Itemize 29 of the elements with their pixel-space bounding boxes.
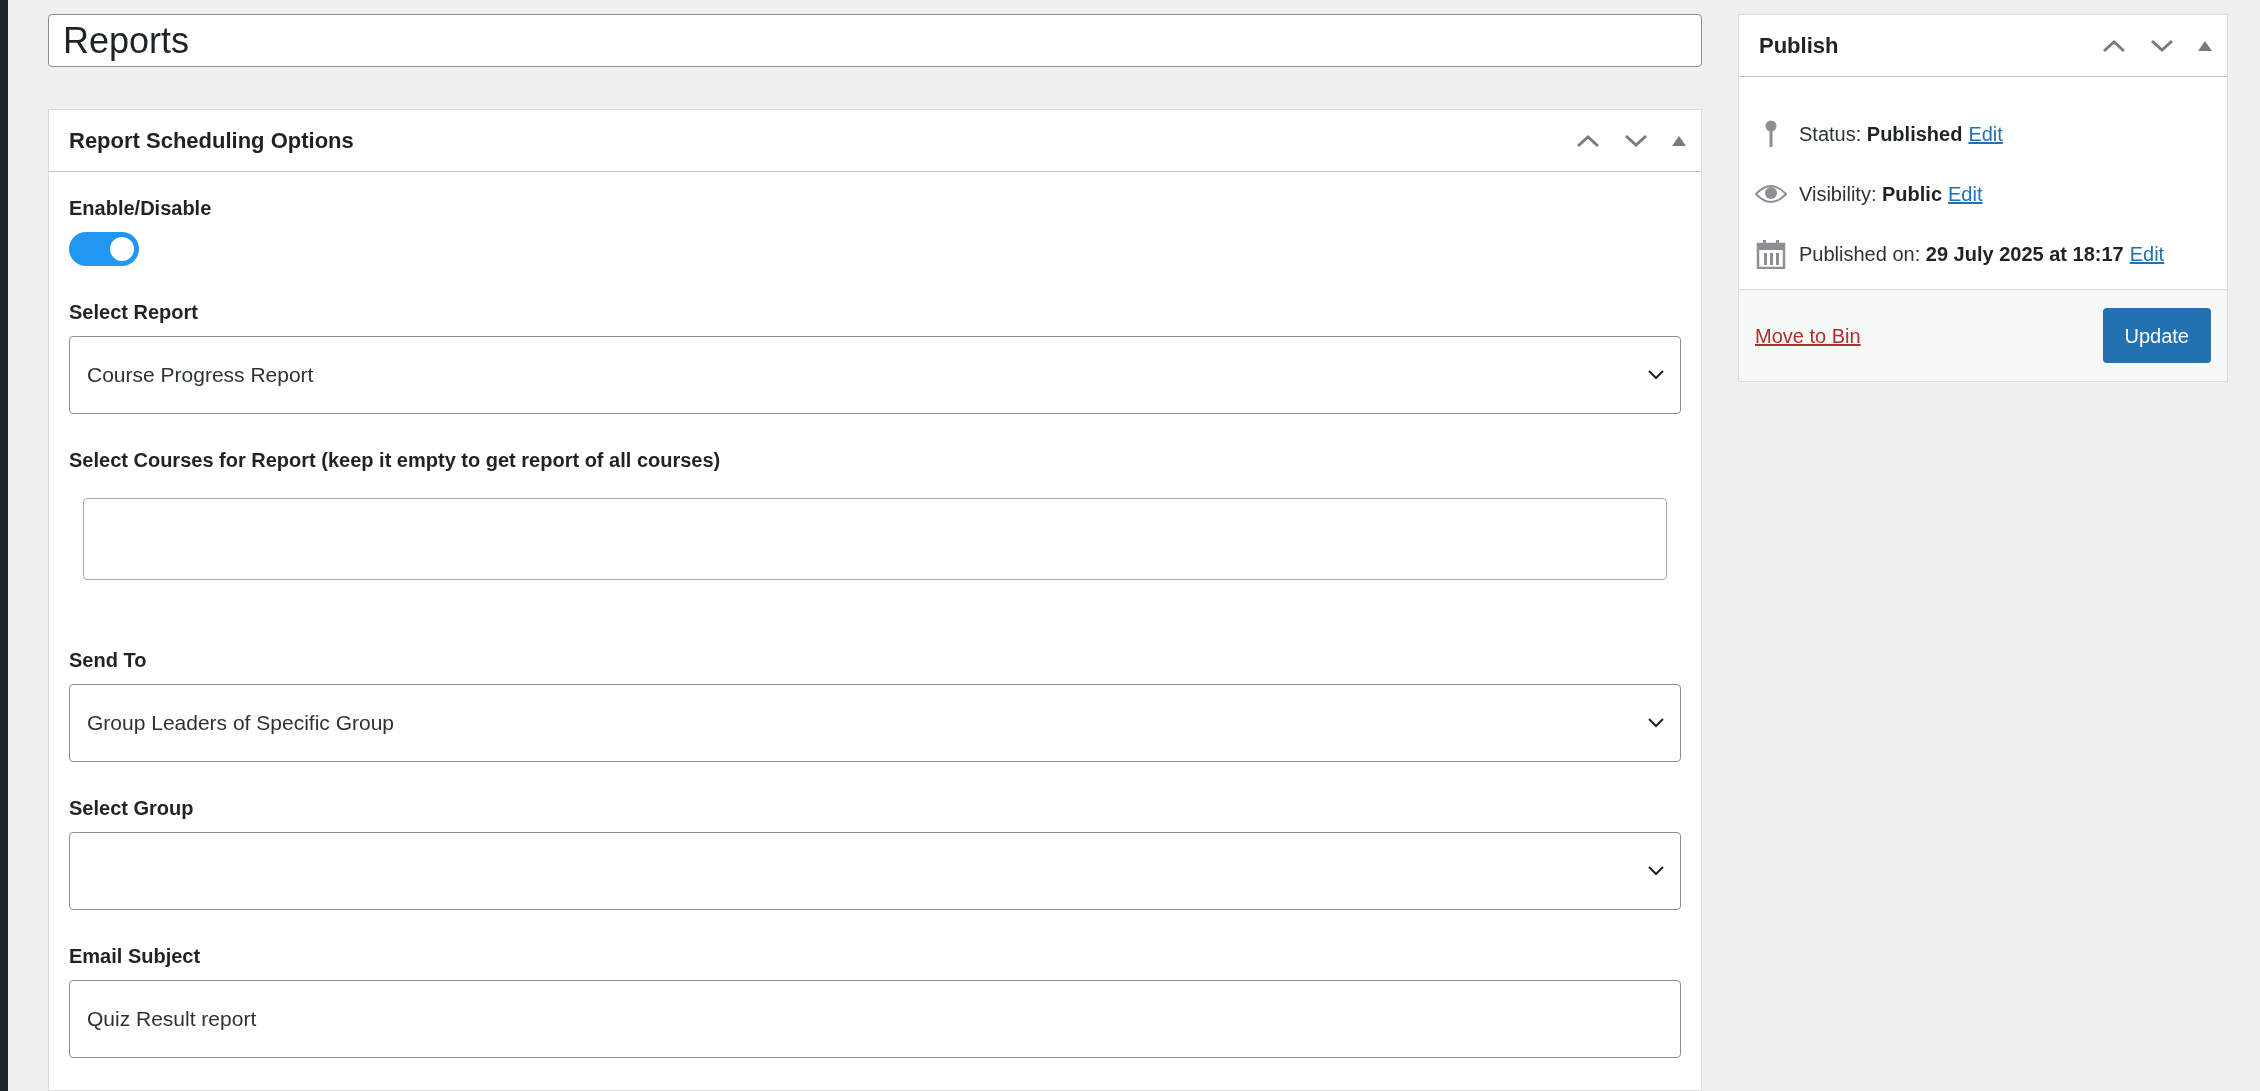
publish-detail: Status: Published [1799, 122, 1963, 147]
text-field[interactable]: Quiz Result report [69, 980, 1681, 1058]
pin-icon [1764, 120, 1778, 148]
edit-link[interactable]: Edit [2129, 239, 2165, 269]
publish-detail: Published on: 29 July 2025 at 18:17 [1799, 242, 2124, 267]
field-label: Email Subject [69, 944, 202, 969]
select-field[interactable] [69, 832, 1681, 910]
field-label: Select Courses for Report (keep it empty to get report of all courses) [69, 448, 722, 473]
chevron-down-icon [1648, 370, 1664, 380]
panel-title: Report Scheduling Options [69, 127, 354, 155]
field-label: Select Group [69, 796, 195, 821]
publish-detail: Visibility: Public [1799, 182, 1942, 207]
field-label: Select Report [69, 300, 199, 325]
field-label: Send To [69, 648, 148, 673]
toggle-switch[interactable] [69, 232, 139, 266]
title-field[interactable]: Reports [48, 14, 1702, 67]
select-field[interactable]: Course Progress Report [69, 336, 1681, 414]
edit-link[interactable]: Edit [1968, 119, 2003, 149]
field-label: Enable/Disable [69, 196, 213, 221]
panel-title: Publish [1759, 32, 1839, 60]
select-field[interactable]: Group Leaders of Specific Group [69, 684, 1681, 762]
edit-link[interactable]: Edit [1948, 179, 1983, 209]
eye-icon [1755, 184, 1787, 204]
chevron-down-icon [1648, 718, 1664, 728]
multi-select-field[interactable] [83, 498, 1667, 580]
calendar-icon [1756, 239, 1786, 269]
move-to-bin-link[interactable]: Move to Bin [1755, 320, 1861, 351]
chevron-down-icon [1648, 866, 1664, 876]
update-button[interactable]: Update [2102, 308, 2211, 363]
